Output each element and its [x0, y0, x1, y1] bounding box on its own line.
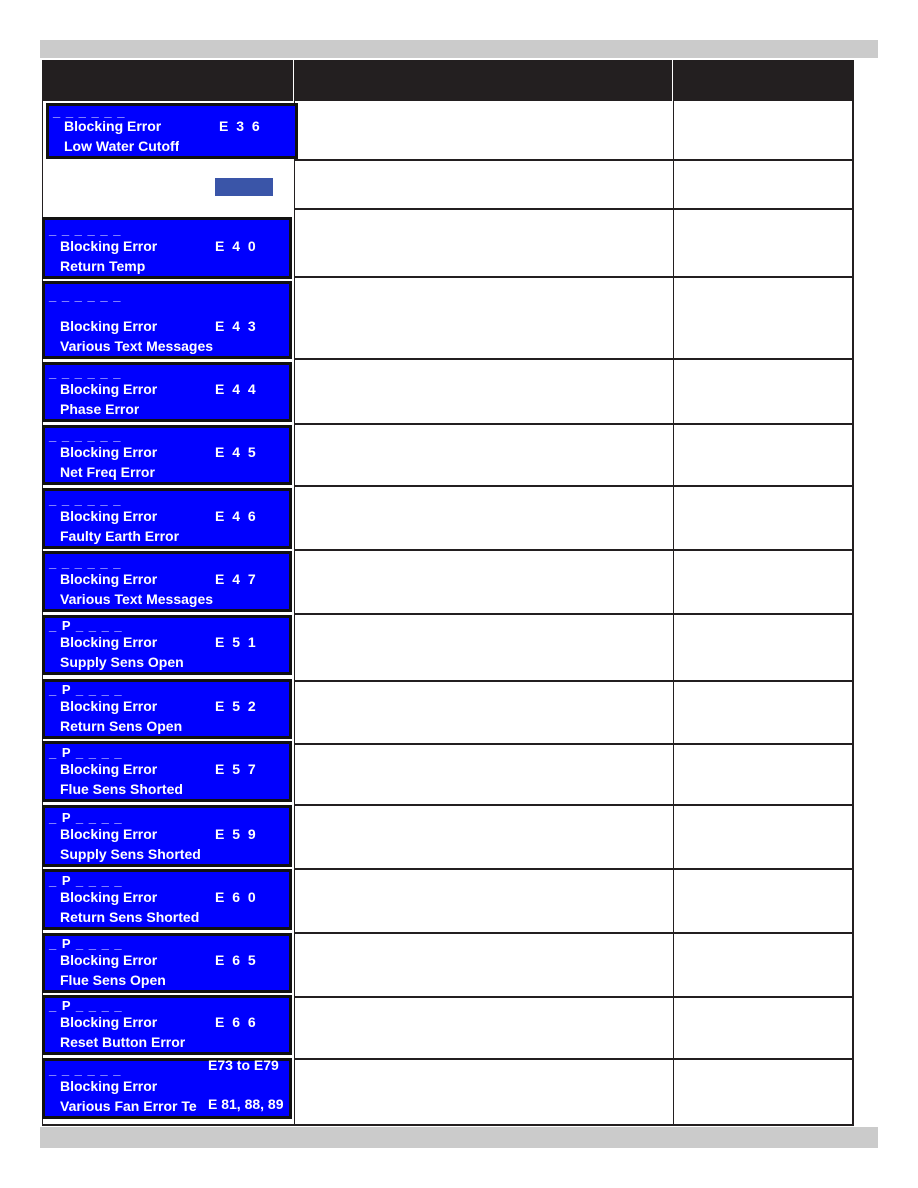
lcd-display-panel: _ P _ _ _ _ Blocking Error E 5 7 Flue Sens … — [42, 741, 292, 802]
error-code: E 4 5 — [215, 444, 258, 460]
error-code: E 5 7 — [215, 761, 258, 777]
error-label: Blocking Error — [60, 508, 158, 524]
error-label: Blocking Error — [64, 118, 162, 134]
mode-indicator: _ _ _ _ _ _ — [49, 288, 122, 303]
error-code: E73 to E79 — [208, 1057, 279, 1073]
error-label: Blocking Error — [60, 238, 158, 254]
error-message: Flue Sens Shorted — [60, 781, 183, 797]
error-code-2: E 81, 88, 89 — [208, 1096, 284, 1112]
error-code: E 5 1 — [215, 634, 258, 650]
row-divider — [294, 613, 853, 615]
error-code: E 4 3 — [215, 318, 258, 334]
error-message: Phase Error — [60, 401, 140, 417]
lcd-display-panel: _ P _ _ _ _ Blocking Error E 5 9 Supply Sen… — [42, 805, 292, 867]
lcd-display-panel: _ _ _ _ _ _ Blocking Error E 4 7 Various Te… — [42, 551, 292, 612]
error-code: E 4 4 — [215, 381, 258, 397]
error-message: Supply Sens Shorted — [60, 846, 201, 862]
lcd-display-panel: _ _ _ _ _ _ Blocking Error E 4 0 Return Tem… — [42, 217, 292, 279]
error-code: E 3 6 — [219, 118, 262, 134]
mode-indicator: _ P _ _ _ _ — [49, 618, 123, 633]
header-col-description — [294, 60, 673, 101]
error-message: Net Freq Error — [60, 464, 155, 480]
row-divider — [294, 358, 853, 360]
mode-indicator: _ _ _ _ _ _ — [49, 492, 122, 507]
mode-indicator: _ P _ _ _ _ — [49, 810, 123, 825]
table-border-right — [852, 60, 854, 1126]
error-message: Various Fan Error Te — [60, 1098, 197, 1114]
error-message: Low Water Cutoff — [64, 138, 180, 154]
error-message: Flue Sens Open — [60, 972, 166, 988]
row-divider — [294, 276, 853, 278]
row-divider — [294, 549, 853, 551]
mode-indicator: _ P _ _ _ _ — [49, 936, 123, 951]
error-code: E 5 9 — [215, 826, 258, 842]
lcd-display-panel: _ P _ _ _ _ Blocking Error E 6 5 Flue Sens … — [42, 933, 292, 993]
error-message: Return Sens Open — [60, 718, 183, 734]
row-divider — [294, 996, 853, 998]
bottom-band — [40, 1127, 878, 1148]
row-divider — [294, 804, 853, 806]
error-label: Blocking Error — [60, 571, 158, 587]
error-label: Blocking Error — [60, 381, 158, 397]
lcd-display-panel: _ P _ _ _ _ Blocking Error E 6 0 Return Sen… — [42, 869, 292, 930]
row-divider — [294, 868, 853, 870]
error-label: Blocking Error — [60, 889, 158, 905]
lcd-display-panel: _ P _ _ _ _ Blocking Error E 5 1 Supply Sen… — [42, 615, 292, 675]
error-code: E 5 2 — [215, 698, 258, 714]
lcd-display-panel: _ P _ _ _ _ Blocking Error E 6 6 Reset Butt… — [42, 995, 292, 1055]
error-message: Various Text Messages — [60, 591, 214, 607]
error-label: Blocking Error — [60, 318, 158, 334]
mode-indicator: _ _ _ _ _ _ — [49, 1062, 122, 1077]
error-label: Blocking Error — [60, 1014, 158, 1030]
header-col-display — [42, 60, 294, 101]
error-message: Return Sens Shorted — [60, 909, 200, 925]
mode-indicator: _ P _ _ _ _ — [49, 682, 123, 697]
error-message: Various Text Messages — [60, 338, 214, 354]
lcd-display-panel: _ _ _ _ _ _ Blocking Error E 4 3 Various Te… — [42, 281, 292, 359]
lcd-display-panel: _ P _ _ _ _ Blocking Error E 5 2 Return Sen… — [42, 679, 292, 739]
lcd-display-panel: _ _ _ _ _ _ Blocking Error E73 to E79 Vario… — [42, 1057, 292, 1119]
mode-indicator: _ _ _ _ _ _ — [49, 428, 122, 443]
lcd-display-panel: _ _ _ _ _ _ Blocking Error E 4 4 Phase Erro… — [42, 362, 292, 422]
row-divider — [294, 485, 853, 487]
mode-indicator: _ _ _ _ _ _ — [49, 365, 122, 380]
lcd-display-panel: _ _ _ _ _ _ Blocking Error E 3 6 Low Water … — [46, 103, 298, 159]
mode-indicator: _ _ _ _ _ _ — [49, 555, 122, 570]
row-divider — [294, 208, 853, 210]
display-button — [215, 178, 273, 196]
error-code: E 6 0 — [215, 889, 258, 905]
lcd-display-panel: _ _ _ _ _ _ Blocking Error E 4 5 Net Freq E… — [42, 425, 292, 485]
error-code: E 4 7 — [215, 571, 258, 587]
mode-indicator: _ _ _ _ _ _ — [53, 104, 126, 119]
row-divider — [294, 1058, 853, 1060]
error-message: Supply Sens Open — [60, 654, 184, 670]
error-label: Blocking Error — [60, 826, 158, 842]
error-message: Return Temp — [60, 258, 146, 274]
lcd-display-panel: _ _ _ _ _ _ Blocking Error E 4 6 Faulty Ear… — [42, 488, 292, 549]
error-label: Blocking Error — [60, 698, 158, 714]
mode-indicator: _ P _ _ _ _ — [49, 873, 123, 888]
error-label: Blocking Error — [60, 634, 158, 650]
error-label: Blocking Error — [60, 1078, 158, 1094]
table-bottom — [42, 1124, 853, 1126]
row-divider — [294, 680, 853, 682]
row-divider — [294, 743, 853, 745]
top-band — [40, 40, 878, 58]
error-label: Blocking Error — [60, 444, 158, 460]
error-message: Reset Button Error — [60, 1034, 186, 1050]
table-header — [42, 60, 852, 101]
row-divider — [294, 423, 853, 425]
row-divider — [294, 159, 853, 161]
error-label: Blocking Error — [60, 761, 158, 777]
error-label: Blocking Error — [60, 952, 158, 968]
mode-indicator: _ P _ _ _ _ — [49, 745, 123, 760]
error-code: E 6 5 — [215, 952, 258, 968]
error-code: E 4 6 — [215, 508, 258, 524]
mode-indicator: _ P _ _ _ _ — [49, 998, 123, 1013]
error-message: Faulty Earth Error — [60, 528, 180, 544]
row-divider — [294, 932, 853, 934]
error-code: E 4 0 — [215, 238, 258, 254]
mode-indicator: _ _ _ _ _ _ — [49, 222, 122, 237]
error-code: E 6 6 — [215, 1014, 258, 1030]
